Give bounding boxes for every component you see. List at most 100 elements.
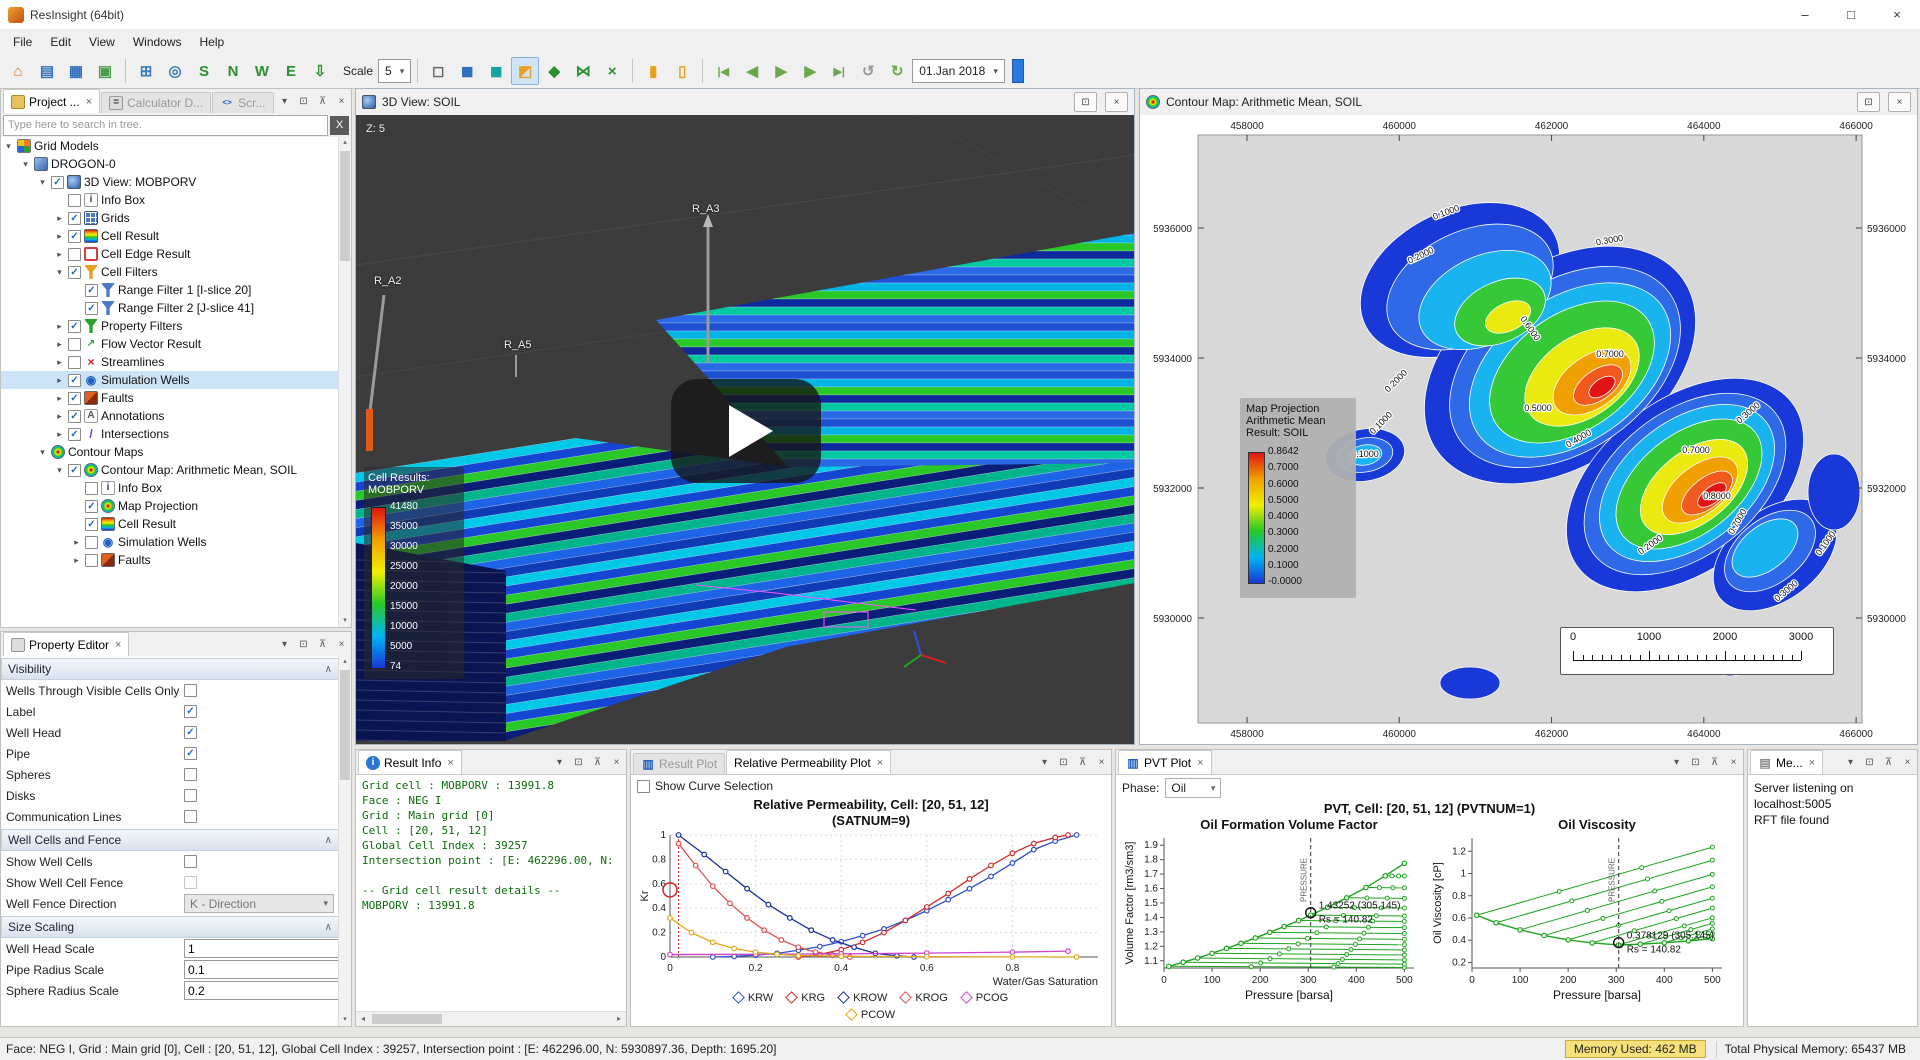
- search-clear-button[interactable]: X: [330, 116, 349, 135]
- show-well-results-button[interactable]: ⋈: [569, 57, 597, 85]
- minimize-button[interactable]: –: [1782, 0, 1828, 29]
- show-bottom-dock-button[interactable]: ▯: [668, 57, 696, 85]
- menu-edit[interactable]: Edit: [41, 32, 80, 52]
- tab-close-button[interactable]: ×: [115, 639, 121, 651]
- tree-item-faults[interactable]: ▸✓Faults: [1, 389, 339, 407]
- tree-checkbox[interactable]: [85, 482, 98, 495]
- legend-item-krw[interactable]: KRW: [734, 992, 773, 1004]
- checkbox-show-well-cells[interactable]: [184, 855, 197, 868]
- tree-checkbox[interactable]: ✓: [68, 392, 81, 405]
- dock-pin-button[interactable]: ⊼: [314, 93, 331, 110]
- view3d-viewport[interactable]: Z: 5 Cell Results:MOBPORV414803500030000…: [356, 115, 1134, 744]
- open-plot-window-button[interactable]: ▤: [33, 57, 61, 85]
- tree-item-simulation-wells[interactable]: ▸Simulation Wells: [1, 533, 339, 551]
- tab-calculator-d[interactable]: Calculator D...: [101, 92, 211, 113]
- tree-search-input[interactable]: [3, 115, 328, 136]
- dock-float-button[interactable]: ⊡: [1861, 754, 1878, 771]
- dock-float-button[interactable]: ⊡: [1055, 754, 1072, 771]
- tree-item-grids[interactable]: ▸✓Grids: [1, 209, 339, 227]
- tree-checkbox[interactable]: ✓: [85, 284, 98, 297]
- tree-checkbox[interactable]: ✓: [85, 500, 98, 513]
- dock-menu-button[interactable]: ▾: [276, 93, 293, 110]
- tree-checkbox[interactable]: [68, 248, 81, 261]
- tree-item-cell-filters[interactable]: ▾✓Cell Filters: [1, 263, 339, 281]
- checkbox-wells-through-visible-cells-only[interactable]: [184, 684, 197, 697]
- tree-checkbox[interactable]: ✓: [68, 212, 81, 225]
- dock-float-button[interactable]: ⊡: [570, 754, 587, 771]
- hide-grid-cells-button[interactable]: ◆: [540, 57, 568, 85]
- checkbox-communication-lines[interactable]: [184, 810, 197, 823]
- scroll-right-icon[interactable]: [612, 1012, 626, 1026]
- dock-float-button[interactable]: ⊡: [295, 93, 312, 110]
- tree-item-3d-view-mobporv[interactable]: ▾✓3D View: MOBPORV: [1, 173, 339, 191]
- tree-checkbox[interactable]: [68, 338, 81, 351]
- menu-windows[interactable]: Windows: [124, 32, 191, 52]
- scroll-left-icon[interactable]: [356, 1012, 370, 1026]
- maximize-button[interactable]: □: [1828, 0, 1874, 29]
- checkbox-spheres[interactable]: [184, 768, 197, 781]
- legend-item-krow[interactable]: KROW: [839, 992, 887, 1004]
- view-west-button[interactable]: W: [248, 57, 276, 85]
- draw-style-surface-button[interactable]: ◼: [482, 57, 510, 85]
- tree-checkbox[interactable]: ✓: [51, 176, 64, 189]
- result-info-scrollbar[interactable]: [356, 1011, 626, 1026]
- input-pipe-radius-scale[interactable]: [184, 960, 339, 979]
- animation-play-button[interactable]: ▶: [767, 57, 795, 85]
- dock-pin-button[interactable]: ⊼: [1880, 754, 1897, 771]
- dock-pin-button[interactable]: ⊼: [1074, 754, 1091, 771]
- legend-item-krog[interactable]: KROG: [901, 992, 947, 1004]
- tree-checkbox[interactable]: [68, 356, 81, 369]
- tree-item-grid-models[interactable]: ▾Grid Models: [1, 137, 339, 155]
- tile-windows-button[interactable]: ⊞: [132, 57, 160, 85]
- scale-select[interactable]: 5▾: [378, 59, 411, 83]
- animation-repeat-button[interactable]: ↺: [854, 57, 882, 85]
- menu-view[interactable]: View: [80, 32, 124, 52]
- property-editor-scrollbar[interactable]: [338, 656, 351, 1026]
- tree-item-range-filter-2-j-slice-41[interactable]: ✓Range Filter 2 [J-slice 41]: [1, 299, 339, 317]
- tree-item-flow-vector-result[interactable]: ▸Flow Vector Result: [1, 335, 339, 353]
- tree-item-drogon-0[interactable]: ▾DROGON-0: [1, 155, 339, 173]
- close-button[interactable]: ×: [1874, 0, 1920, 29]
- tree-item-info-box[interactable]: Info Box: [1, 191, 339, 209]
- checkbox-label[interactable]: ✓: [184, 705, 197, 718]
- tab-close-button[interactable]: ×: [877, 757, 883, 769]
- phase-select[interactable]: Oil ▾: [1165, 778, 1221, 798]
- dock-float-button[interactable]: ⊡: [295, 636, 312, 653]
- section-size-scaling[interactable]: Size Scaling∧: [1, 916, 339, 938]
- scroll-up-icon[interactable]: [339, 137, 351, 149]
- tree-checkbox[interactable]: ✓: [68, 320, 81, 333]
- contour-map-view[interactable]: 4580004580004600004600004620004620004640…: [1140, 115, 1917, 744]
- dock-pin-button[interactable]: ⊼: [589, 754, 606, 771]
- tree-item-contour-maps[interactable]: ▾Contour Maps: [1, 443, 339, 461]
- view-east-button[interactable]: E: [277, 57, 305, 85]
- dock-close-button[interactable]: ×: [1725, 754, 1742, 771]
- tree-item-map-projection[interactable]: ✓Map Projection: [1, 497, 339, 515]
- open-3d-window-button[interactable]: ▦: [62, 57, 90, 85]
- section-visibility[interactable]: Visibility∧: [1, 658, 339, 680]
- tree-item-info-box[interactable]: Info Box: [1, 479, 339, 497]
- tree-item-range-filter-1-i-slice-20[interactable]: ✓Range Filter 1 [I-slice 20]: [1, 281, 339, 299]
- draw-style-mesh-button[interactable]: ◻: [424, 57, 452, 85]
- animation-first-button[interactable]: |◀: [709, 57, 737, 85]
- well-disks-button[interactable]: ×: [598, 57, 626, 85]
- tree-checkbox[interactable]: ✓: [85, 518, 98, 531]
- view-south-button[interactable]: S: [190, 57, 218, 85]
- animation-last-button[interactable]: ▶|: [825, 57, 853, 85]
- dock-close-button[interactable]: ×: [608, 754, 625, 771]
- checkbox-pipe[interactable]: ✓: [184, 747, 197, 760]
- dock-menu-button[interactable]: ▾: [551, 754, 568, 771]
- dock-close-button[interactable]: ×: [1899, 754, 1916, 771]
- tree-item-contour-map-arithmetic-mean-soil[interactable]: ▾✓Contour Map: Arithmetic Mean, SOIL: [1, 461, 339, 479]
- menu-file[interactable]: File: [4, 32, 41, 52]
- tree-checkbox[interactable]: ✓: [68, 410, 81, 423]
- tab-close-button[interactable]: ×: [447, 757, 453, 769]
- tree-checkbox[interactable]: ✓: [68, 230, 81, 243]
- tree-checkbox[interactable]: ✓: [68, 428, 81, 441]
- snapshot-view-button[interactable]: ▣: [91, 57, 119, 85]
- checkbox-well-head[interactable]: ✓: [184, 726, 197, 739]
- section-well-cells-and-fence[interactable]: Well Cells and Fence∧: [1, 829, 339, 851]
- dock-close-button[interactable]: ×: [333, 93, 350, 110]
- tree-scrollbar[interactable]: [338, 137, 351, 627]
- timestep-select[interactable]: 01.Jan 2018▾: [912, 59, 1005, 83]
- dock-pin-button[interactable]: ⊼: [314, 636, 331, 653]
